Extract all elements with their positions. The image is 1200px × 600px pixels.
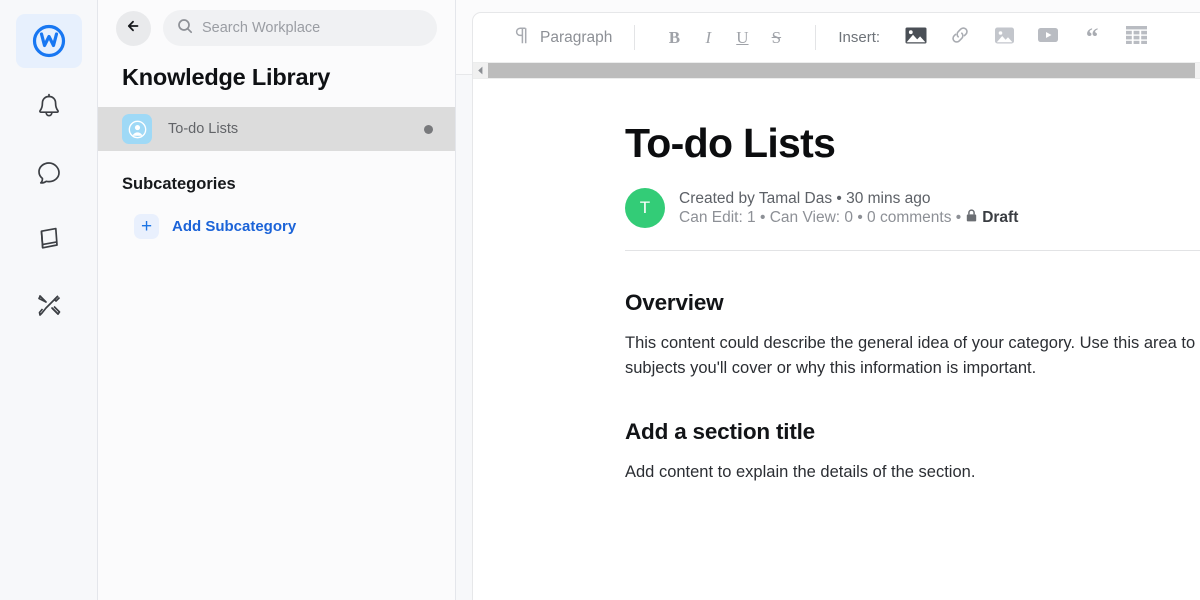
scrollbar-track[interactable] — [488, 63, 1200, 78]
add-subcategory-button[interactable]: + Add Subcategory — [98, 194, 455, 239]
page-title: Knowledge Library — [122, 64, 331, 90]
knowledge-library-sidebar: Search Workplace Knowledge Library To-do… — [98, 0, 456, 600]
workplace-logo-icon — [31, 23, 67, 59]
table-icon — [1125, 26, 1147, 49]
search-input[interactable]: Search Workplace — [163, 10, 437, 46]
book-icon — [33, 223, 65, 255]
rail-item-tools[interactable] — [16, 278, 82, 332]
rail-item-workplace-logo[interactable] — [15, 14, 82, 68]
rail-item-chat[interactable] — [16, 146, 82, 200]
person-circle-icon — [122, 114, 152, 144]
editor-toolbar: Paragraph B I U S Insert: “ — [473, 13, 1200, 62]
insert-quote-button[interactable]: “ — [1070, 23, 1114, 53]
insert-cover-photo-button[interactable] — [894, 23, 938, 53]
app-root: Search Workplace Knowledge Library To-do… — [0, 0, 1200, 600]
strikethrough-button[interactable]: S — [759, 23, 793, 53]
avatar: T — [625, 188, 665, 229]
lock-icon — [966, 209, 977, 227]
section-body-add-a-section-title[interactable]: Add content to explain the details of th… — [625, 460, 1200, 484]
pilcrow-icon — [513, 26, 530, 50]
insert-link-button[interactable] — [938, 23, 982, 53]
insert-table-button[interactable] — [1114, 23, 1158, 53]
status-badge: Draft — [982, 208, 1019, 226]
document-meta: T Created by Tamal Das • 30 mins ago Can… — [625, 188, 1200, 229]
meta-created-by: Created by Tamal Das • 30 mins ago — [679, 189, 931, 207]
meta-permissions: Can Edit: 1 • Can View: 0 • 0 comments • — [679, 208, 962, 226]
divider — [625, 250, 1200, 252]
chat-bubble-icon — [33, 157, 65, 189]
bold-button[interactable]: B — [657, 23, 691, 53]
editor-card: Paragraph B I U S Insert: “ To-do Lists … — [472, 12, 1200, 600]
rail-item-notifications[interactable] — [16, 80, 82, 134]
video-icon — [1037, 26, 1059, 49]
search-placeholder: Search Workplace — [202, 20, 321, 36]
scrollbar-thumb[interactable] — [488, 63, 1195, 78]
insert-label: Insert: — [838, 29, 881, 46]
section-heading-overview[interactable]: Overview — [625, 290, 1200, 316]
meta-lines: Created by Tamal Das • 30 mins ago Can E… — [679, 190, 1018, 227]
cover-photo-icon — [905, 27, 927, 49]
status-dot — [424, 124, 433, 134]
bell-icon — [33, 91, 65, 123]
tools-icon — [33, 289, 65, 321]
left-icon-rail — [0, 0, 98, 600]
toolbar-divider — [815, 25, 817, 50]
document-title[interactable]: To-do Lists — [625, 120, 1200, 166]
scroll-left-arrow[interactable] — [473, 63, 488, 78]
main-column: To-do Lists Paragraph B I U — [456, 0, 1200, 600]
image-icon — [994, 25, 1015, 51]
search-icon — [177, 18, 193, 39]
horizontal-scrollbar[interactable] — [473, 62, 1200, 79]
sidebar-item-label: To-do Lists — [168, 121, 239, 137]
section-body-overview[interactable]: This content could describe the general … — [625, 331, 1200, 380]
quote-icon: “ — [1085, 23, 1099, 51]
rail-item-knowledge-library[interactable] — [16, 212, 82, 266]
toolbar-divider — [634, 25, 636, 50]
back-button[interactable] — [116, 10, 151, 46]
subcategories-heading: Subcategories — [122, 175, 236, 193]
plus-icon: + — [134, 214, 159, 239]
meta-permissions-row: Can Edit: 1 • Can View: 0 • 0 comments •… — [679, 209, 1018, 227]
add-subcategory-label: Add Subcategory — [172, 218, 297, 235]
document-body: To-do Lists T Created by Tamal Das • 30 … — [473, 79, 1200, 484]
back-arrow-icon — [125, 17, 143, 40]
paragraph-style-label: Paragraph — [540, 28, 613, 46]
insert-video-button[interactable] — [1026, 23, 1070, 53]
sidebar-item-to-do-lists[interactable]: To-do Lists — [98, 107, 455, 151]
link-icon — [949, 24, 971, 51]
paragraph-style-dropdown[interactable]: Paragraph — [513, 26, 612, 50]
insert-image-button[interactable] — [982, 23, 1026, 53]
section-heading-add-a-section-title[interactable]: Add a section title — [625, 419, 1200, 445]
underline-button[interactable]: U — [725, 23, 759, 53]
italic-button[interactable]: I — [691, 23, 725, 53]
sidebar-top-bar: Search Workplace — [98, 0, 455, 46]
